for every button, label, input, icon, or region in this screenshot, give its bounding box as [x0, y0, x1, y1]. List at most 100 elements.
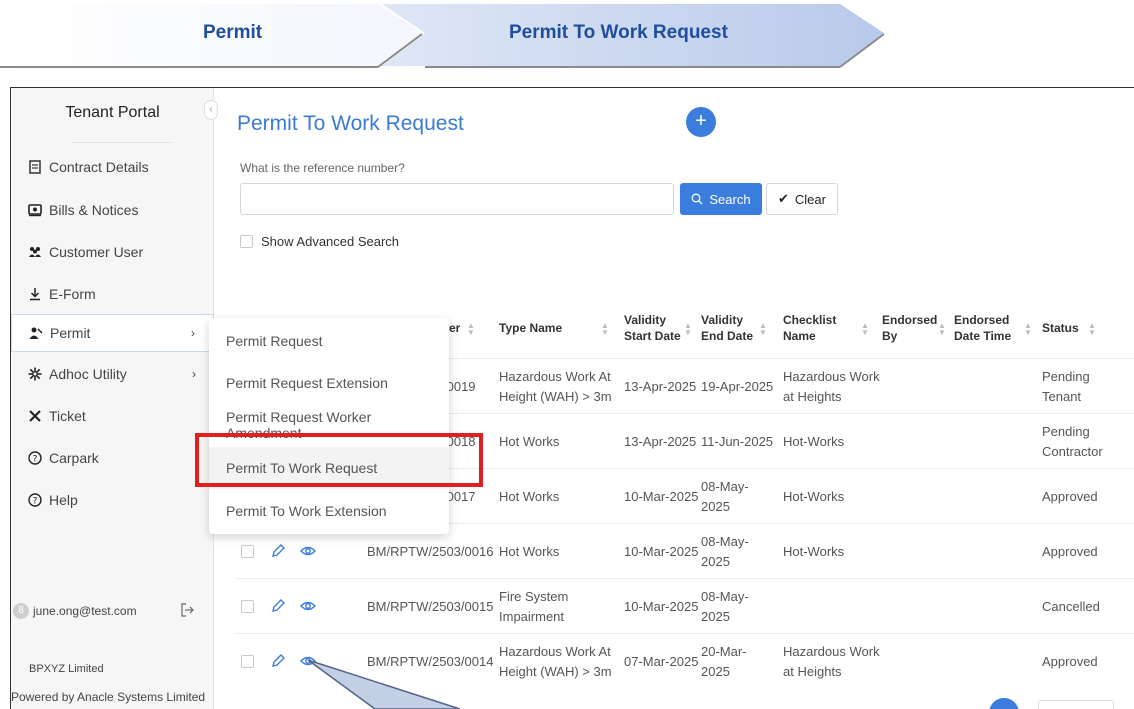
sort-icon[interactable]: ▲ ▼ [1024, 322, 1032, 337]
cell-line: 2025 [701, 498, 730, 514]
reference-input[interactable] [240, 183, 674, 215]
submenu-item-permit-request[interactable]: Permit Request [209, 320, 449, 362]
sidebar-divider [73, 142, 173, 143]
portal-title: Tenant Portal [65, 104, 160, 121]
cell-line: 20-Mar- [701, 643, 747, 659]
sort-icon[interactable]: ▲ ▼ [467, 322, 475, 337]
edit-icon[interactable] [269, 542, 287, 560]
cell-end-date: 08-May- 2025 [701, 469, 749, 524]
sidebar-item-contract-details[interactable]: Contract Details [11, 149, 214, 185]
column-header-checklist-name[interactable]: Checklist Name [783, 300, 836, 356]
help-circle-icon: ? [27, 492, 43, 508]
company-name: BPXYZ Limited [29, 663, 104, 675]
cell-checklist-name: Hot-Works [783, 433, 845, 449]
svg-text:?: ? [33, 497, 38, 507]
add-button[interactable]: + [686, 107, 716, 137]
sidebar-item-help[interactable]: ? Help [11, 482, 214, 518]
sidebar-item-label: Bills & Notices [49, 202, 139, 218]
view-icon[interactable] [299, 542, 317, 560]
app-window: Tenant Portal Contract Details Bills & N… [10, 87, 1134, 709]
permit-submenu: Permit Request Permit Request Extension … [209, 318, 449, 534]
sidebar-item-label: Adhoc Utility [49, 366, 127, 382]
header-line: By [882, 329, 898, 343]
sidebar-item-bills-notices[interactable]: Bills & Notices [11, 192, 214, 228]
search-button[interactable]: Search [680, 183, 762, 215]
column-header-validity-start[interactable]: Validity Start Date [624, 300, 681, 356]
clear-button-label: Clear [794, 191, 826, 207]
view-icon[interactable] [299, 597, 317, 615]
cell-status: Approved [1042, 488, 1098, 504]
column-header-number[interactable]: er [449, 300, 460, 356]
sidebar-item-e-form[interactable]: E-Form [11, 276, 214, 312]
page: Permit Permit To Work Request Tenant Por… [0, 0, 1134, 709]
cell-line: at Heights [783, 388, 842, 404]
page-size-select[interactable] [1038, 700, 1114, 709]
cell-end-date: 20-Mar- 2025 [701, 634, 747, 689]
sort-icon[interactable]: ▲ ▼ [759, 322, 767, 337]
logout-icon[interactable] [180, 603, 194, 617]
cell-line: 08-May- [701, 478, 749, 494]
submenu-item-permit-request-extension[interactable]: Permit Request Extension [209, 362, 449, 404]
row-checkbox[interactable] [241, 600, 254, 613]
reference-label: What is the reference number? [240, 161, 405, 175]
sidebar-item-adhoc-utility[interactable]: Adhoc Utility › [11, 356, 214, 392]
cell-start-date: 10-Mar-2025 [624, 488, 699, 504]
column-header-endorsed-by[interactable]: Endorsed By [882, 300, 937, 356]
cell-status: Cancelled [1042, 598, 1100, 614]
breadcrumb-step-permit-to-work-request[interactable]: Permit To Work Request [509, 22, 728, 44]
cell-type-name: Hot Works [499, 433, 560, 449]
header-line: End Date [701, 329, 754, 343]
tools-icon [27, 408, 43, 424]
cell-end-date: 11-Jun-2025 [701, 433, 774, 449]
cell-number[interactable]: BM/RPTW/2503/0015 [367, 579, 493, 634]
svg-text:?: ? [33, 455, 38, 465]
contract-icon [27, 159, 43, 175]
powered-by: Powered by Anacle Systems Limited [11, 690, 206, 704]
sidebar-item-label: Customer User [49, 244, 144, 260]
sidebar: Tenant Portal Contract Details Bills & N… [11, 88, 214, 709]
advanced-search-checkbox[interactable] [240, 235, 253, 248]
advanced-search-toggle[interactable]: Show Advanced Search [240, 234, 399, 249]
chevron-right-icon: › [191, 326, 195, 340]
column-header-type-name[interactable]: Type Name [499, 300, 562, 356]
edit-icon[interactable] [269, 652, 287, 670]
sort-icon[interactable]: ▲ ▼ [1088, 322, 1096, 337]
cell-start-date: 10-Mar-2025 [624, 543, 699, 559]
column-header-validity-end[interactable]: Validity End Date [701, 300, 753, 356]
cell-line: Impairment [499, 608, 565, 624]
breadcrumb-step-permit[interactable]: Permit [203, 22, 262, 44]
sort-icon[interactable]: ▲ ▼ [938, 322, 946, 337]
sort-icon[interactable]: ▲ ▼ [861, 322, 869, 337]
row-checkbox[interactable] [241, 545, 254, 558]
sidebar-item-label: Ticket [49, 408, 86, 424]
sort-icon[interactable]: ▲ ▼ [684, 322, 692, 337]
cell-checklist-name: Hot-Works [783, 488, 845, 504]
sidebar-item-label: Help [49, 492, 78, 508]
cell-type-name: Hot Works [499, 543, 560, 559]
column-header-status[interactable]: Status [1042, 300, 1079, 356]
cell-line: at Heights [783, 663, 842, 679]
user-email: june.ong@test.com [33, 604, 137, 618]
column-header-endorsed-date-time[interactable]: Endorsed Date Time [954, 300, 1011, 356]
sort-icon[interactable]: ▲ ▼ [601, 322, 609, 337]
advanced-search-label: Show Advanced Search [261, 234, 400, 249]
sidebar-item-permit[interactable]: Permit › [11, 314, 214, 352]
header-line: Date Time [954, 329, 1012, 343]
sidebar-item-carpark[interactable]: ? Carpark [11, 440, 214, 476]
sidebar-item-label: Contract Details [49, 159, 149, 175]
cell-line: 08-May- [701, 588, 749, 604]
sidebar-item-customer-user[interactable]: Customer User [11, 234, 214, 270]
search-icon [691, 193, 703, 205]
row-checkbox[interactable] [241, 655, 254, 668]
table-row[interactable]: BM/RPTW/2503/0015 Fire System Impairment … [235, 578, 1134, 633]
download-icon [27, 286, 43, 302]
cell-line: Fire System [499, 588, 569, 604]
header-line: Validity [701, 313, 744, 327]
submenu-item-permit-to-work-extension[interactable]: Permit To Work Extension [209, 490, 449, 532]
clear-button[interactable]: ✔ Clear [766, 183, 838, 215]
user-profile[interactable]: 8 june.ong@test.com [11, 600, 214, 622]
sidebar-item-ticket[interactable]: Ticket [11, 398, 214, 434]
edit-icon[interactable] [269, 597, 287, 615]
permit-icon [28, 325, 44, 341]
cell-line: 08-May- [701, 533, 749, 549]
